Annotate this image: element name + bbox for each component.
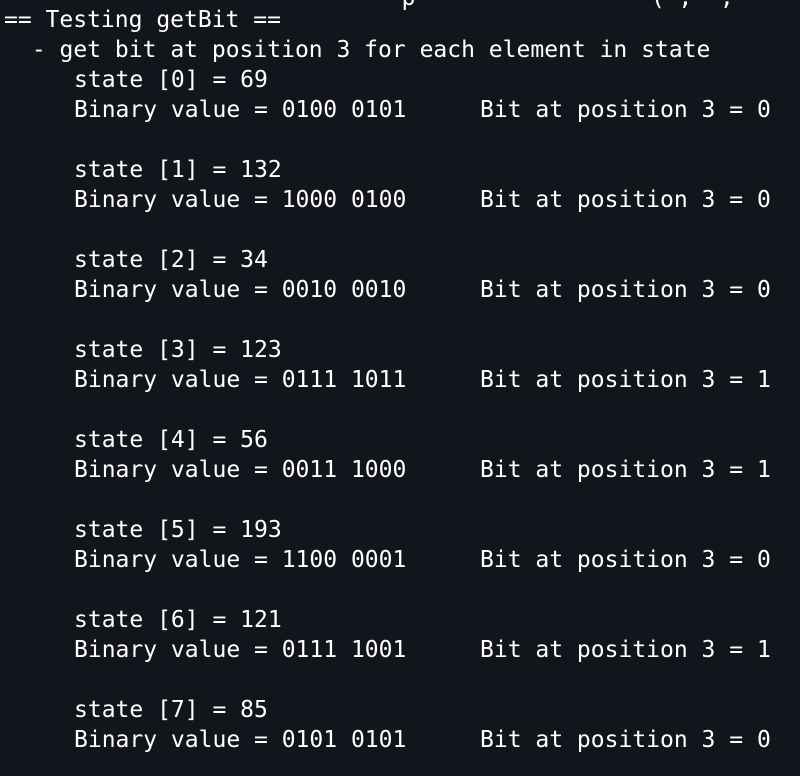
bit-position-line: Bit at position 3 = 0 (480, 187, 771, 213)
binary-value-line: Binary value = 0101 0101 (74, 727, 407, 753)
state-value-line: state [7] = 85 (74, 697, 268, 723)
binary-value-line: Binary value = 1100 0001 (74, 547, 407, 573)
bit-position-line: Bit at position 3 = 0 (480, 547, 771, 573)
state-value-line: state [6] = 121 (74, 607, 282, 633)
state-entry: state [3] = 123 Binary value = 0111 1011… (74, 335, 800, 395)
bit-position-line: Bit at position 3 = 1 (480, 457, 771, 483)
state-entry: state [1] = 132 Binary value = 1000 0100… (74, 155, 800, 215)
binary-value-line: Binary value = 0010 0010 (74, 277, 407, 303)
state-value-line: state [2] = 34 (74, 247, 268, 273)
bit-position-line: Bit at position 3 = 0 (480, 727, 771, 753)
state-value-line: state [5] = 193 (74, 517, 282, 543)
state-value-line: state [3] = 123 (74, 337, 282, 363)
test-subtitle: - get bit at position 3 for each element… (18, 37, 711, 63)
binary-value-line: Binary value = 0111 1001 (74, 637, 407, 663)
state-entry: state [2] = 34 Binary value = 0010 0010 … (74, 245, 800, 305)
bit-position-line: Bit at position 3 = 1 (480, 637, 771, 663)
binary-value-line: Binary value = 1000 0100 (74, 187, 407, 213)
binary-value-line: Binary value = 0011 1000 (74, 457, 407, 483)
state-entry: state [5] = 193 Binary value = 1100 0001… (74, 515, 800, 575)
state-value-line: state [1] = 132 (74, 157, 282, 183)
state-entry: state [4] = 56 Binary value = 0011 1000 … (74, 425, 800, 485)
terminal-output: p ( , , == Testing getBit == - get bit a… (0, 0, 800, 776)
bit-position-line: Bit at position 3 = 0 (480, 97, 771, 123)
state-value-line: state [0] = 69 (74, 67, 268, 93)
test-title: == Testing getBit == (4, 7, 281, 33)
binary-value-line: Binary value = 0111 1011 (74, 367, 407, 393)
state-entry: state [7] = 85 Binary value = 0101 0101 … (74, 695, 800, 755)
state-entry: state [0] = 69 Binary value = 0100 0101 … (74, 65, 800, 125)
binary-value-line: Binary value = 0100 0101 (74, 97, 407, 123)
bit-position-line: Bit at position 3 = 1 (480, 367, 771, 393)
state-value-line: state [4] = 56 (74, 427, 268, 453)
bit-position-line: Bit at position 3 = 0 (480, 277, 771, 303)
state-entry: state [6] = 121 Binary value = 0111 1001… (74, 605, 800, 665)
